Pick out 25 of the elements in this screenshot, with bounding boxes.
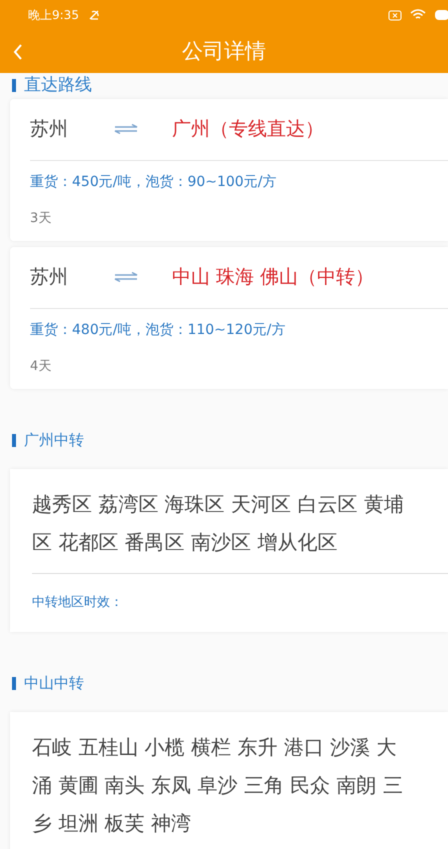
- status-time: 晚上9:35: [28, 7, 79, 24]
- transfer-areas: 石岐 五桂山 小榄 横栏 东升 港口 沙溪 大涌 黄圃 南头 东凤 阜沙 三角 民众 南朗 三乡 坦洲 板芙 神湾: [32, 728, 410, 842]
- wifi-icon: [410, 9, 426, 21]
- exchange-arrows-icon: [113, 124, 139, 134]
- route-destination: 中山 珠海 佛山（中转）: [172, 264, 374, 290]
- section-title: 中山中转: [24, 673, 84, 694]
- route-origin: 苏州: [30, 116, 69, 142]
- battery-icon: [434, 9, 448, 21]
- transfer-time-label: 中转地区时效：: [32, 594, 123, 612]
- section-marker: [12, 79, 16, 92]
- section-title: 直达路线: [24, 74, 92, 97]
- transfer-areas: 越秀区 荔湾区 海珠区 天河区 白云区 黄埔区 花都区 番禺区 南沙区 增从化区: [32, 484, 410, 560]
- route-price: 重货：480元/吨，泡货：110~120元/方: [30, 321, 286, 340]
- sim-icon: [388, 10, 402, 20]
- section-marker: [12, 677, 16, 690]
- route-price: 重货：450元/吨，泡货：90~100元/方: [30, 173, 276, 192]
- route-destination: 广州（专线直达）: [172, 116, 324, 142]
- page-title: 公司详情: [182, 38, 266, 65]
- route-origin: 苏州: [30, 264, 69, 290]
- section-title: 广州中转: [24, 430, 84, 452]
- route-duration: 3天: [30, 210, 52, 226]
- exchange-arrows-icon: [113, 272, 139, 282]
- route-duration: 4天: [30, 358, 52, 374]
- section-marker: [12, 434, 16, 447]
- back-icon: [12, 42, 24, 60]
